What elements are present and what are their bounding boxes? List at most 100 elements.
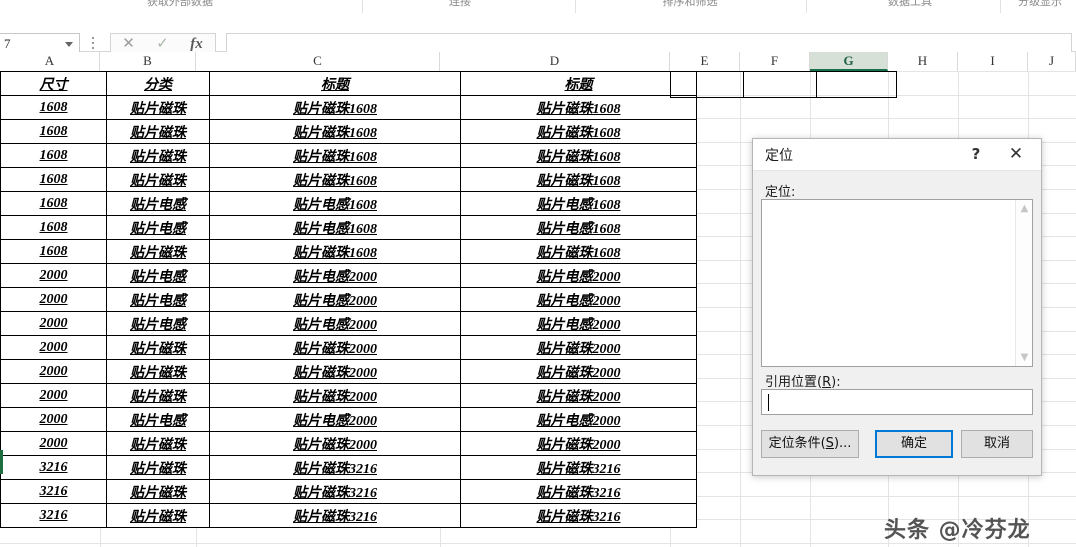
table-cell[interactable]: 贴片磁珠1608 xyxy=(460,143,697,168)
table-cell[interactable]: 贴片磁珠 xyxy=(106,503,210,528)
table-cell[interactable]: 贴片磁珠2000 xyxy=(460,383,697,408)
cell-e2[interactable] xyxy=(670,71,744,98)
table-cell[interactable]: 贴片磁珠3216 xyxy=(209,503,461,528)
column-header-i[interactable]: I xyxy=(958,52,1028,71)
table-cell[interactable]: 1608 xyxy=(0,95,107,120)
table-cell[interactable]: 贴片磁珠 xyxy=(106,359,210,384)
table-cell[interactable]: 1608 xyxy=(0,119,107,144)
table-cell[interactable]: 3216 xyxy=(0,503,107,528)
table-cell[interactable]: 贴片磁珠2000 xyxy=(209,359,461,384)
insert-function-icon[interactable]: fx xyxy=(179,34,214,54)
table-cell[interactable]: 1608 xyxy=(0,239,107,264)
chevron-down-icon[interactable] xyxy=(65,42,73,47)
table-cell[interactable]: 贴片磁珠2000 xyxy=(209,431,461,456)
column-header-g[interactable]: G xyxy=(810,52,888,71)
table-cell[interactable]: 贴片磁珠2000 xyxy=(209,335,461,360)
table-cell[interactable]: 贴片磁珠 xyxy=(106,239,210,264)
table-cell[interactable]: 2000 xyxy=(0,335,107,360)
column-header-j[interactable]: J xyxy=(1028,52,1076,71)
go-to-list[interactable]: ▲ ▼ xyxy=(761,199,1033,367)
table-cell[interactable]: 1608 xyxy=(0,143,107,168)
column-header-d[interactable]: D xyxy=(440,52,670,71)
column-header-a[interactable]: A xyxy=(0,52,100,71)
column-header-e[interactable]: E xyxy=(670,52,740,71)
reference-input[interactable] xyxy=(761,389,1033,415)
table-cell[interactable]: 2000 xyxy=(0,431,107,456)
table-cell[interactable]: 贴片电感 xyxy=(106,215,210,240)
table-cell[interactable]: 贴片磁珠1608 xyxy=(209,95,461,120)
table-cell[interactable]: 贴片电感2000 xyxy=(209,263,461,288)
table-cell[interactable]: 1608 xyxy=(0,167,107,192)
table-cell[interactable]: 贴片电感1608 xyxy=(209,191,461,216)
ok-button[interactable]: 确定 xyxy=(875,430,953,458)
table-cell[interactable]: 贴片电感2000 xyxy=(460,263,697,288)
table-cell[interactable]: 贴片磁珠 xyxy=(106,167,210,192)
column-header-b[interactable]: B xyxy=(100,52,196,71)
table-cell[interactable]: 贴片磁珠 xyxy=(106,383,210,408)
table-header-cell[interactable]: 分类 xyxy=(106,71,210,96)
table-header-cell[interactable]: 标题 xyxy=(460,71,697,96)
column-header-h[interactable]: H xyxy=(888,52,958,71)
table-cell[interactable]: 2000 xyxy=(0,407,107,432)
table-cell[interactable]: 贴片磁珠1608 xyxy=(460,119,697,144)
table-cell[interactable]: 贴片磁珠2000 xyxy=(460,359,697,384)
table-cell[interactable]: 贴片电感 xyxy=(106,287,210,312)
close-icon[interactable]: ✕ xyxy=(1003,142,1029,166)
table-cell[interactable]: 贴片电感2000 xyxy=(460,287,697,312)
table-cell[interactable]: 贴片磁珠1608 xyxy=(460,95,697,120)
table-cell[interactable]: 3216 xyxy=(0,455,107,480)
table-cell[interactable]: 贴片电感2000 xyxy=(209,311,461,336)
table-cell[interactable]: 3216 xyxy=(0,479,107,504)
scroll-down-icon[interactable]: ▼ xyxy=(1016,349,1033,366)
table-cell[interactable]: 贴片磁珠1608 xyxy=(460,167,697,192)
table-cell[interactable]: 贴片电感 xyxy=(106,311,210,336)
help-icon[interactable]: ? xyxy=(965,143,987,165)
cancel-x-icon[interactable]: ✕ xyxy=(111,34,146,54)
table-header-cell[interactable]: 标题 xyxy=(209,71,461,96)
table-cell[interactable]: 贴片磁珠1608 xyxy=(209,119,461,144)
table-cell[interactable]: 贴片电感1608 xyxy=(460,215,697,240)
table-cell[interactable]: 贴片磁珠 xyxy=(106,143,210,168)
table-cell[interactable]: 贴片磁珠1608 xyxy=(209,167,461,192)
list-scrollbar[interactable]: ▲ ▼ xyxy=(1015,200,1032,366)
table-cell[interactable]: 2000 xyxy=(0,311,107,336)
table-cell[interactable]: 贴片磁珠 xyxy=(106,119,210,144)
table-cell[interactable]: 贴片磁珠2000 xyxy=(460,431,697,456)
drag-handle-dots-icon[interactable] xyxy=(92,37,95,51)
confirm-check-icon[interactable]: ✓ xyxy=(145,34,180,54)
table-cell[interactable]: 贴片磁珠 xyxy=(106,431,210,456)
table-cell[interactable]: 1608 xyxy=(0,191,107,216)
table-cell[interactable]: 2000 xyxy=(0,383,107,408)
table-cell[interactable]: 贴片电感2000 xyxy=(209,407,461,432)
table-cell[interactable]: 贴片磁珠1608 xyxy=(209,143,461,168)
column-header-f[interactable]: F xyxy=(740,52,810,71)
table-cell[interactable]: 贴片磁珠1608 xyxy=(209,239,461,264)
table-cell[interactable]: 贴片电感2000 xyxy=(460,407,697,432)
table-cell[interactable]: 贴片磁珠3216 xyxy=(460,455,697,480)
table-cell[interactable]: 贴片电感1608 xyxy=(209,215,461,240)
table-cell[interactable]: 贴片电感 xyxy=(106,263,210,288)
table-cell[interactable]: 2000 xyxy=(0,287,107,312)
table-cell[interactable]: 贴片磁珠3216 xyxy=(460,503,697,528)
table-cell[interactable]: 贴片磁珠 xyxy=(106,335,210,360)
table-cell[interactable]: 贴片电感 xyxy=(106,407,210,432)
table-cell[interactable]: 2000 xyxy=(0,359,107,384)
cell-f2[interactable] xyxy=(743,71,817,98)
table-cell[interactable]: 贴片电感1608 xyxy=(460,191,697,216)
table-header-cell[interactable]: 尺寸 xyxy=(0,71,107,96)
table-cell[interactable]: 贴片电感2000 xyxy=(209,287,461,312)
cell-g2[interactable] xyxy=(816,71,897,98)
table-cell[interactable]: 贴片磁珠 xyxy=(106,95,210,120)
table-cell[interactable]: 贴片磁珠2000 xyxy=(209,383,461,408)
table-cell[interactable]: 贴片电感 xyxy=(106,191,210,216)
go-to-special-button[interactable]: 定位条件(S)... xyxy=(761,430,859,458)
column-header-c[interactable]: C xyxy=(196,52,440,71)
cancel-button[interactable]: 取消 xyxy=(961,430,1033,458)
table-cell[interactable]: 贴片电感2000 xyxy=(460,311,697,336)
table-cell[interactable]: 贴片磁珠1608 xyxy=(460,239,697,264)
scroll-up-icon[interactable]: ▲ xyxy=(1016,200,1033,217)
table-cell[interactable]: 贴片磁珠3216 xyxy=(209,455,461,480)
table-cell[interactable]: 贴片磁珠 xyxy=(106,455,210,480)
table-cell[interactable]: 2000 xyxy=(0,263,107,288)
table-cell[interactable]: 贴片磁珠 xyxy=(106,479,210,504)
